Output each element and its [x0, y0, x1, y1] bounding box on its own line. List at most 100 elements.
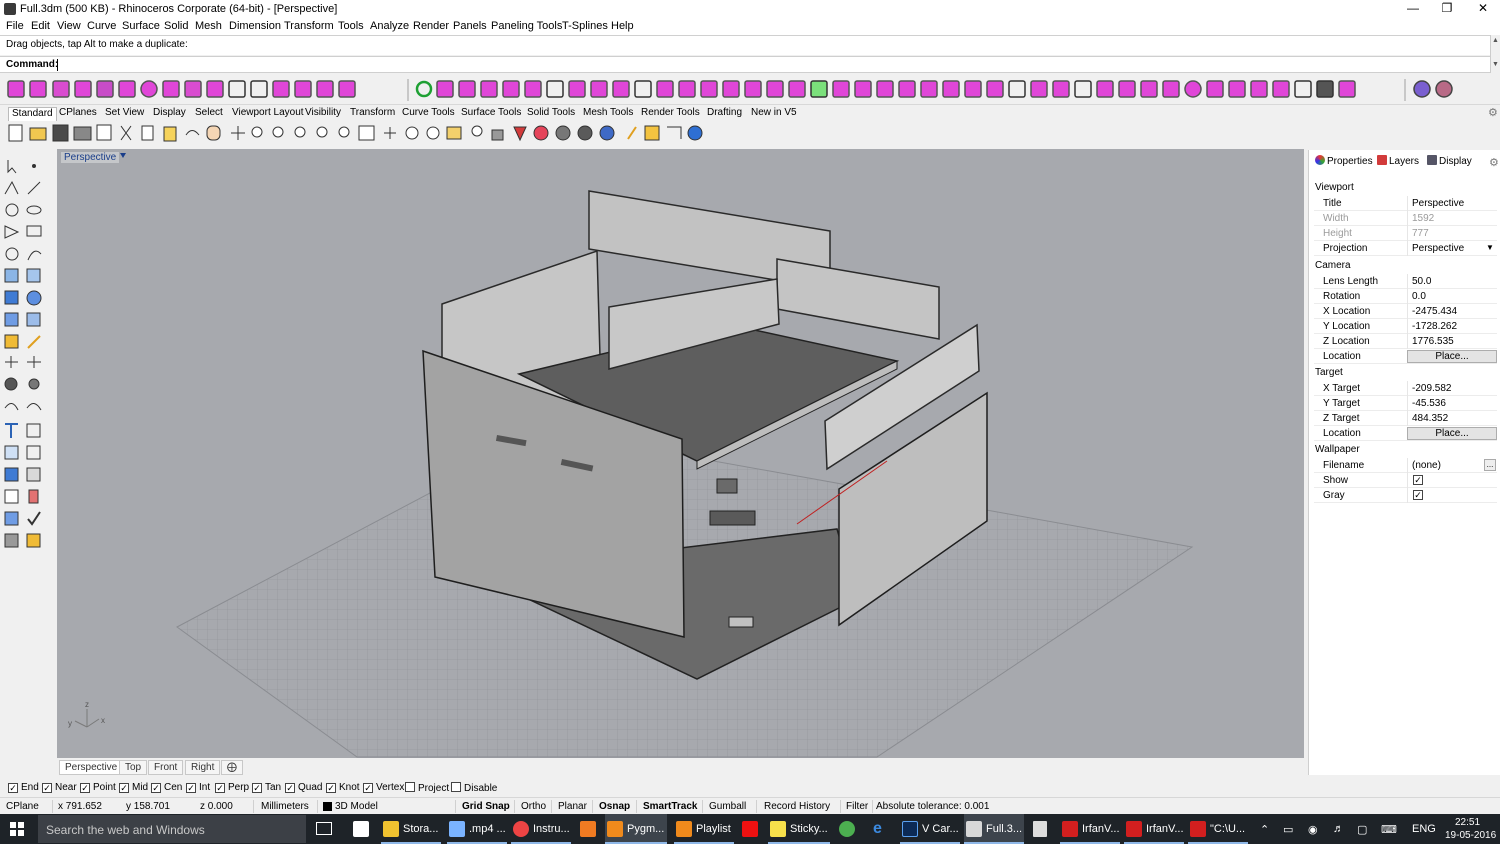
osnap-quad[interactable]: ✓ Quad [285, 782, 322, 793]
cplane-icon[interactable] [384, 127, 396, 139]
group-icon[interactable] [4, 445, 19, 460]
media-player-icon[interactable] [580, 821, 596, 837]
zoom-icon[interactable] [251, 126, 263, 138]
title-field[interactable]: Perspective [1412, 198, 1464, 209]
render-icon[interactable] [4, 511, 19, 526]
menu-transform[interactable]: Transform [284, 20, 334, 32]
material-sphere-icon[interactable] [599, 125, 615, 141]
browse-button[interactable]: ... [1484, 459, 1496, 471]
tab-surface-tools[interactable]: Surface Tools [458, 107, 524, 121]
tray-date[interactable]: 19-05-2016 [1445, 830, 1496, 841]
taskbar-app-irfanview-1[interactable]: IrfanV... [1060, 814, 1120, 844]
tab-set-view[interactable]: Set View [102, 107, 147, 121]
menu-edit[interactable]: Edit [31, 20, 50, 32]
toolbar-icon[interactable] [118, 80, 136, 98]
toolbar-icon[interactable] [1008, 80, 1026, 98]
toolbar-icon[interactable] [29, 80, 47, 98]
planar-toggle[interactable]: Planar [558, 801, 587, 812]
toolbar-icon[interactable] [524, 80, 542, 98]
copy-icon[interactable] [141, 125, 154, 141]
check-icon[interactable] [27, 511, 41, 526]
rotation-field[interactable]: 0.0 [1412, 291, 1426, 302]
toolbar-icon[interactable] [228, 80, 246, 98]
surface-icon[interactable] [4, 268, 19, 283]
toolbar-icon[interactable] [74, 80, 92, 98]
taskbar-app-playlist[interactable]: Playlist [674, 814, 734, 844]
toolbar-icon[interactable] [590, 80, 608, 98]
wand-icon[interactable] [627, 126, 637, 140]
osnap-tan[interactable]: ✓ Tan [252, 782, 281, 793]
taskbar-app-irfanview-2[interactable]: IrfanV... [1124, 814, 1184, 844]
polyline-icon[interactable] [4, 180, 19, 195]
import-icon[interactable] [96, 124, 112, 141]
osnap-int[interactable]: ✓ Int [186, 782, 210, 793]
toolbar-icon[interactable] [942, 80, 960, 98]
tray-chevron-icon[interactable]: ⌃ [1260, 823, 1269, 836]
dimension-icon[interactable] [667, 126, 682, 139]
command-scrollbar[interactable]: ▲ ▼ [1490, 35, 1500, 73]
toolbar-icon[interactable] [700, 80, 718, 98]
zoom-extents-icon[interactable] [294, 126, 306, 138]
mesh-icon[interactable] [4, 467, 19, 482]
toolbar-icon[interactable] [546, 80, 564, 98]
viewport-title[interactable]: Perspective [61, 152, 120, 163]
menu-help[interactable]: Help [611, 20, 634, 32]
panel-tab-display[interactable]: Display [1427, 155, 1472, 171]
toolbar-icon[interactable] [140, 80, 158, 98]
command-line[interactable]: Command: [0, 56, 1490, 73]
spline-icon[interactable] [27, 250, 42, 261]
move-icon[interactable] [231, 126, 245, 140]
add-viewport-tab-icon[interactable]: ⨁ [221, 760, 243, 775]
menu-file[interactable]: File [6, 20, 24, 32]
minimize-button[interactable]: — [1396, 0, 1430, 18]
close-button[interactable]: ✕ [1466, 0, 1500, 18]
toolbar-icon[interactable] [854, 80, 872, 98]
vp-tab-perspective[interactable]: Perspective [59, 760, 124, 775]
toolbar-icon[interactable] [458, 80, 476, 98]
bracket-part[interactable] [709, 510, 756, 526]
toolbar-icon[interactable] [96, 80, 114, 98]
toolbar-icon[interactable] [898, 80, 916, 98]
rectangle-icon[interactable] [26, 225, 42, 237]
circle-icon[interactable] [5, 203, 19, 217]
toolbar-icon[interactable] [1206, 80, 1224, 98]
taskbar-app-pygmalion[interactable]: Pygm... [605, 814, 667, 844]
taskbar-app-sticky[interactable]: Sticky... [768, 814, 830, 844]
loft-icon[interactable] [26, 268, 41, 283]
array-icon[interactable] [4, 489, 19, 504]
tray-battery-icon[interactable]: ▭ [1283, 823, 1293, 836]
toolbar-icon[interactable] [678, 80, 696, 98]
ellipse-icon[interactable] [26, 205, 42, 215]
render-sphere-icon[interactable] [555, 125, 571, 141]
point-icon[interactable] [32, 164, 36, 168]
maximize-button[interactable]: ❐ [1430, 0, 1464, 18]
peg-part[interactable] [728, 616, 754, 628]
status-units[interactable]: Millimeters [261, 801, 309, 812]
show-checkbox[interactable]: ✓ [1413, 475, 1423, 485]
y-location-field[interactable]: -1728.262 [1412, 321, 1457, 332]
toolbar-icon[interactable] [920, 80, 938, 98]
tab-mesh-tools[interactable]: Mesh Tools [580, 107, 636, 121]
help-icon[interactable] [687, 125, 703, 141]
toolbar-icon[interactable] [810, 80, 828, 98]
zoom-selected-icon[interactable] [316, 126, 328, 138]
taskbar-app-storage[interactable]: Stora... [381, 814, 441, 844]
transform-icon[interactable] [28, 489, 39, 504]
power-icon[interactable] [415, 80, 433, 98]
toolbar-icon[interactable] [744, 80, 762, 98]
tab-render-tools[interactable]: Render Tools [638, 107, 703, 121]
toolbar-icon[interactable] [1316, 80, 1334, 98]
tab-curve-tools[interactable]: Curve Tools [399, 107, 458, 121]
edge-icon[interactable]: e [873, 820, 882, 838]
boolean-icon[interactable] [4, 334, 19, 349]
viewport-menu-arrow-icon[interactable] [120, 153, 126, 158]
osnap-disable[interactable]: Disable [451, 782, 497, 794]
grid-snap-toggle[interactable]: Grid Snap [462, 801, 510, 812]
cut-icon[interactable] [120, 125, 132, 141]
bracket-part[interactable] [716, 478, 738, 494]
toolbar-icon[interactable] [272, 80, 290, 98]
status-layer[interactable]: 3D Model [335, 801, 378, 812]
lens-field[interactable]: 50.0 [1412, 276, 1431, 287]
toolbar-icon[interactable] [1294, 80, 1312, 98]
toolbar-icon[interactable] [1118, 80, 1136, 98]
